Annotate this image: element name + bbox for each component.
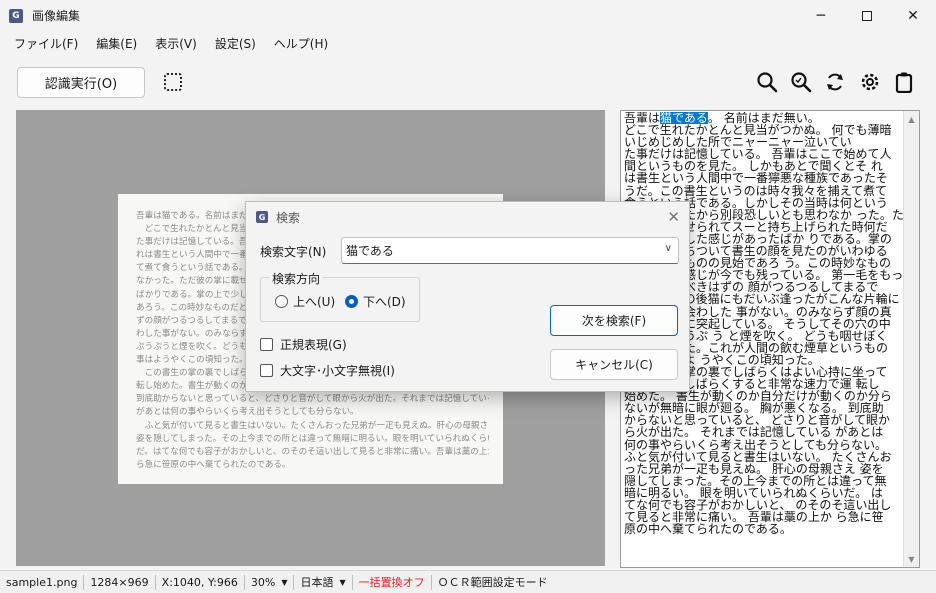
dialog-app-icon: G — [256, 211, 268, 223]
search-direction-label: 検索方向 — [269, 270, 324, 287]
ocr-text-line: 間というものを見た。 しかもあとで聞くとそ れ — [624, 160, 883, 173]
window-title: 画像編集 — [32, 9, 81, 23]
ocr-text-line: 原の中へ棄てられたのである。 — [624, 523, 792, 536]
find-next-button[interactable]: 次を検索(F) — [550, 305, 678, 336]
menu-edit[interactable]: 編集(E) — [87, 35, 146, 52]
menu-file[interactable]: ファイル(F) — [0, 35, 87, 52]
search-replace-icon[interactable] — [789, 70, 813, 94]
regex-checkbox[interactable]: 正規表現(G) — [260, 336, 347, 353]
document-text-line: があとは何の事やらいくら考え出そうとしても分らない。 — [136, 407, 359, 418]
document-text-line: だ。はてな何でも容子がおかしいと、のそのそ這い出して見ると非常に痛い。吾輩は藁の… — [136, 446, 489, 457]
checkbox-icon — [260, 338, 273, 351]
maximize-button[interactable] — [844, 0, 890, 31]
ocr-text-line: 隠してしまった。その上今までの所とは違って無 — [624, 474, 887, 487]
zoom-dropdown[interactable]: 30% ▼ — [245, 574, 295, 590]
menu-settings[interactable]: 設定(S) — [206, 35, 265, 52]
ignore-case-checkbox[interactable]: 大文字･小文字無視(I) — [260, 362, 395, 379]
maximize-icon — [862, 10, 872, 21]
ocr-text-line: は書生という人間中で一番獰悪な種族であったそ — [624, 172, 888, 185]
dialog-title-bar[interactable]: G 検索 ✕ — [246, 202, 689, 232]
regex-label: 正規表現(G) — [280, 338, 347, 352]
ocr-text-line: 何の事やらいくら考え出そうとしても分らない。 — [624, 438, 888, 451]
ignore-case-label: 大文字･小文字無視(I) — [280, 364, 395, 378]
close-button[interactable]: ✕ — [890, 0, 936, 31]
status-bar: sample1.png 1284×969 X:1040, Y:966 30% ▼ … — [0, 570, 936, 593]
search-direction-group: 検索方向 上へ(U) 下へ(D) — [260, 270, 420, 322]
status-file-name: sample1.png — [0, 574, 85, 590]
ocr-text-line: からないと思っていると、 どさりと音がして眼か — [624, 414, 891, 427]
search-dialog: G 検索 ✕ 検索文字(N) 猫である ∨ 検索方向 上へ(U) 下へ(D) 正… — [245, 201, 690, 392]
dialog-title: 検索 — [276, 210, 301, 225]
clipboard-icon[interactable] — [892, 70, 916, 94]
chevron-down-icon[interactable]: ∨ — [665, 243, 672, 254]
bulk-replace-status[interactable]: 一括置換オフ — [353, 574, 432, 590]
ocr-text-line: いじめじめした所でニャーニャー泣いてい — [624, 136, 852, 149]
text-segment: 吾輩は — [624, 112, 661, 125]
rotate-icon[interactable] — [823, 70, 847, 94]
ocr-text-line: 暗に明るい。 眼を明いていられぬくらいだ。 は — [624, 486, 883, 499]
search-highlight: 猫である — [660, 112, 708, 125]
menu-bar: ファイル(F) 編集(E) 表示(V) 設定(S) ヘルプ(H) — [0, 31, 936, 55]
document-text-line: 姿を隠してしまった。その上今までの所とは違って無暗に明るい。眼を明いていられぬく… — [136, 433, 489, 444]
scroll-up-icon[interactable]: ▲ — [904, 111, 919, 127]
checkbox-icon — [260, 364, 273, 377]
language-dropdown[interactable]: 日本語 ▼ — [294, 574, 353, 590]
menu-view[interactable]: 表示(V) — [146, 35, 206, 52]
ocr-text-line: どこで生れたかとんと見当がつかぬ。 何でも薄暗 — [624, 124, 892, 137]
dialog-close-icon[interactable]: ✕ — [667, 208, 680, 226]
document-text-line: ら急に笹原の中へ棄てられたのである。 — [136, 459, 291, 470]
title-bar: G 画像編集 ─ ✕ — [0, 0, 936, 31]
radio-checked-icon — [345, 295, 358, 308]
scroll-down-icon[interactable]: ▼ — [904, 551, 919, 567]
range-select-icon[interactable] — [164, 73, 182, 91]
status-image-size: 1284×969 — [84, 574, 156, 590]
toolbar: 認識実行(O) — [0, 58, 936, 106]
menu-help[interactable]: ヘルプ(H) — [265, 35, 337, 52]
radio-icon — [275, 295, 288, 308]
ocr-text-line: ふと気が付いて見ると書生はいない。 たくさんお — [624, 450, 892, 463]
close-icon: ✕ — [907, 7, 919, 24]
cancel-button[interactable]: キャンセル(C) — [550, 349, 678, 380]
dropdown-arrow-icon: ▼ — [281, 577, 288, 587]
direction-down-radio[interactable]: 下へ(D) — [345, 293, 406, 310]
ocr-text-line: て見ると非常に痛い。 吾輩は藁の上か ら急に笹 — [624, 511, 884, 524]
ocr-text-line: てな何でも容子がおかしいと、 のそのそ這い出し — [624, 499, 892, 512]
direction-up-radio[interactable]: 上へ(U) — [275, 293, 335, 310]
direction-down-label: 下へ(D) — [363, 295, 406, 309]
ocr-text-line: った兄弟が一疋も見えぬ。 肝心の母親さえ 姿を — [624, 462, 884, 475]
dropdown-arrow-icon: ▼ — [339, 577, 346, 587]
ocr-run-button[interactable]: 認識実行(O) — [17, 67, 145, 98]
ocr-text-line: た事だけは記憶している。 吾輩はここで始めて人 — [624, 148, 892, 161]
document-text-line: ふと気が付いて見ると書生はいない。たくさんおった兄弟が一疋も見えぬ。肝心の母親さ… — [144, 420, 489, 431]
status-coordinates: X:1040, Y:966 — [156, 574, 245, 590]
text-segment: 。 名前はまだ無い。 — [707, 112, 820, 125]
minimize-button[interactable]: ─ — [798, 0, 844, 31]
zoom-value: 30% — [250, 575, 276, 589]
app-icon: G — [9, 8, 23, 23]
ocr-mode-status: ＯＣＲ範囲設定モード — [437, 576, 548, 589]
ocr-first-line: 吾輩は猫である。 名前はまだ無い。 — [624, 112, 904, 125]
ocr-text-line: うだ。この書生というのは時々我々を捕えて煮て — [624, 184, 888, 197]
search-input-value: 猫である — [346, 244, 394, 258]
text-scrollbar[interactable]: ▲ ▼ — [903, 111, 919, 567]
direction-up-label: 上へ(U) — [293, 295, 336, 309]
document-text-line: 到底助からないと思っていると、どさりと音がして眼から火が出た。それまでは記憶して… — [136, 394, 489, 405]
search-text-label: 検索文字(N) — [260, 245, 327, 259]
language-value: 日本語 — [300, 576, 334, 589]
search-input[interactable]: 猫である ∨ — [341, 237, 679, 264]
minimize-icon: ─ — [816, 7, 826, 24]
search-icon[interactable] — [755, 70, 779, 94]
ocr-text-line: ないが無暗に眼が廻る。 胸が悪くなる。 到底助 — [624, 402, 884, 415]
gear-icon[interactable] — [858, 70, 882, 94]
ocr-text-line: ら火が出た。 それまでは記憶している があとは — [624, 426, 884, 439]
